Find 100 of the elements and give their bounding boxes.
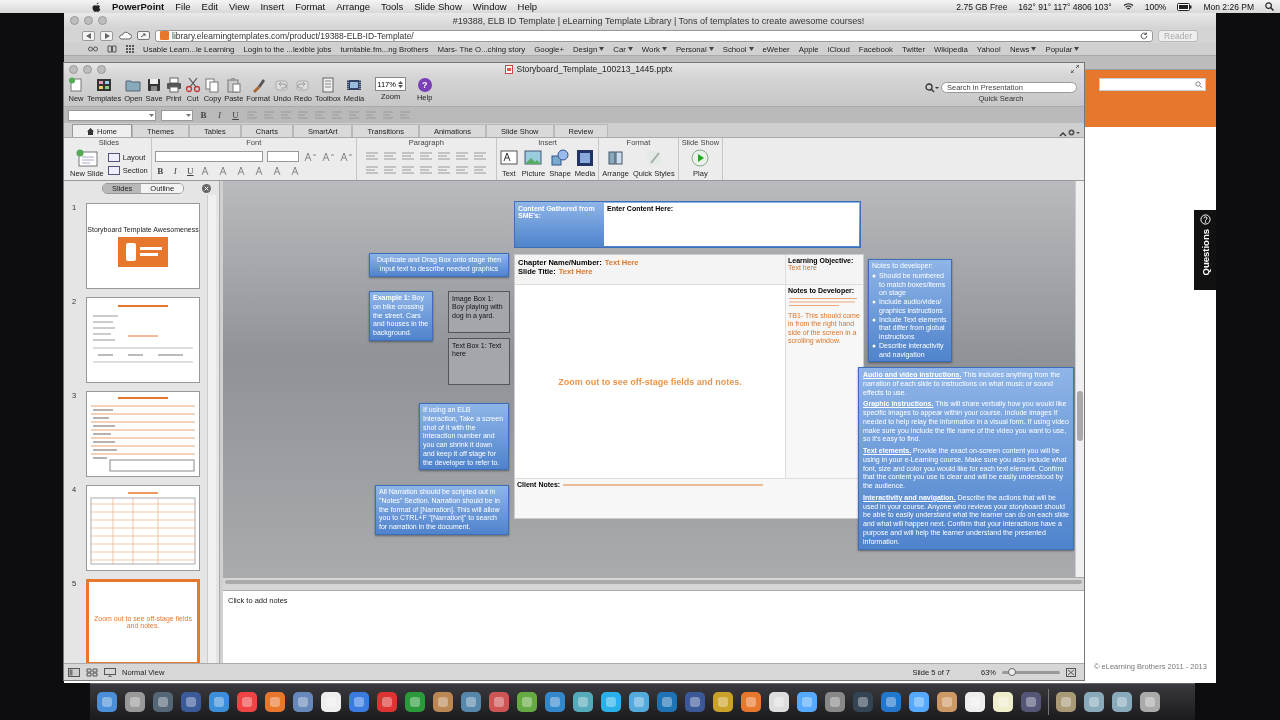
- menu-item[interactable]: Help: [517, 1, 538, 12]
- app-icon[interactable]: [96, 691, 118, 713]
- forward-arrow-icon: [103, 32, 110, 39]
- settings-icon[interactable]: [1067, 128, 1080, 137]
- app-icon[interactable]: [348, 691, 370, 713]
- app-icon[interactable]: [908, 691, 930, 713]
- wifi-icon[interactable]: [1122, 2, 1134, 11]
- underline-button[interactable]: U: [230, 110, 241, 120]
- menu-item[interactable]: Insert: [260, 1, 285, 12]
- app-icon[interactable]: [880, 691, 902, 713]
- app-icon[interactable]: [936, 691, 958, 713]
- menu-item[interactable]: File: [175, 1, 191, 12]
- folder-icon: [125, 77, 142, 93]
- fullscreen-icon[interactable]: [1071, 65, 1079, 73]
- back-button[interactable]: [82, 30, 95, 41]
- search-field[interactable]: [1099, 78, 1206, 91]
- font-tool-icon[interactable]: [302, 151, 317, 162]
- note-lines-drawing: [788, 297, 858, 307]
- font-size-field[interactable]: [161, 109, 193, 121]
- app-menu[interactable]: PowerPoint: [112, 1, 165, 12]
- zoom-slider-thumb[interactable]: [1007, 667, 1016, 676]
- app-icon[interactable]: [656, 691, 678, 713]
- bold-button[interactable]: B: [154, 166, 166, 176]
- slideshow-view-icon[interactable]: [104, 667, 116, 677]
- reload-icon[interactable]: [1140, 31, 1149, 40]
- app-icon[interactable]: [1139, 691, 1161, 713]
- app-icon[interactable]: [124, 691, 146, 713]
- app-icon[interactable]: [264, 691, 286, 713]
- app-icon[interactable]: [768, 691, 790, 713]
- italic-button[interactable]: I: [169, 166, 181, 176]
- app-icon[interactable]: [236, 691, 258, 713]
- underline-button[interactable]: U: [184, 166, 196, 176]
- app-icon[interactable]: [544, 691, 566, 713]
- app-icon[interactable]: [152, 691, 174, 713]
- app-icon[interactable]: [488, 691, 510, 713]
- app-icon[interactable]: [208, 691, 230, 713]
- layout-icon: [107, 165, 120, 175]
- app-icon[interactable]: [824, 691, 846, 713]
- new-slide-icon: [75, 149, 98, 167]
- app-icon[interactable]: [964, 691, 986, 713]
- brush-icon: [644, 149, 663, 167]
- close-icon[interactable]: [202, 183, 212, 193]
- grid-icon[interactable]: [126, 45, 134, 53]
- film-icon: [576, 149, 595, 167]
- scrollbar[interactable]: [1075, 181, 1084, 577]
- menu-item[interactable]: Slide Show: [414, 1, 462, 12]
- home-icon: [87, 127, 94, 135]
- reading-list-icon[interactable]: [88, 46, 98, 52]
- font-tool-icon[interactable]: [320, 151, 335, 162]
- app-icon[interactable]: [292, 691, 314, 713]
- app-icon[interactable]: [404, 691, 426, 713]
- normal-view-icon[interactable]: [68, 667, 80, 677]
- search-icon[interactable]: [1265, 2, 1274, 11]
- app-icon[interactable]: [572, 691, 594, 713]
- scroll-thumb[interactable]: [1077, 391, 1083, 441]
- app-icon[interactable]: [460, 691, 482, 713]
- bookmarks-icon[interactable]: [107, 45, 117, 53]
- forward-button[interactable]: [100, 30, 113, 41]
- collapse-icon[interactable]: [1059, 131, 1067, 137]
- templates-icon: [96, 77, 113, 93]
- font-tool-icon[interactable]: [338, 151, 353, 162]
- menu-item[interactable]: Window: [472, 1, 507, 12]
- fit-window-icon[interactable]: [1066, 667, 1076, 677]
- scissors-icon: [184, 77, 201, 93]
- menu-item[interactable]: Arrange: [336, 1, 371, 12]
- questions-tab[interactable]: Questions: [1194, 210, 1216, 290]
- app-icon[interactable]: [1111, 691, 1133, 713]
- bullet-icon: [872, 273, 876, 278]
- menu-item[interactable]: Format: [295, 1, 326, 12]
- app-icon[interactable]: [600, 691, 622, 713]
- font-name-field[interactable]: [68, 109, 156, 121]
- search-icon[interactable]: [925, 82, 939, 93]
- menu-item[interactable]: Tools: [381, 1, 404, 12]
- apple-icon[interactable]: [92, 1, 101, 12]
- app-icon[interactable]: [740, 691, 762, 713]
- app-icon[interactable]: [376, 691, 398, 713]
- sorter-view-icon[interactable]: [86, 667, 98, 677]
- menu-item[interactable]: View: [228, 1, 250, 12]
- font-name-field[interactable]: [154, 151, 263, 162]
- back-arrow-icon: [85, 32, 92, 39]
- app-icon[interactable]: [432, 691, 454, 713]
- window-title: Storyboard_Template_100213_1445.pptx: [516, 64, 673, 74]
- font-size-field[interactable]: [266, 151, 299, 162]
- menu-item[interactable]: Edit: [201, 1, 218, 12]
- app-icon[interactable]: [1055, 691, 1077, 713]
- address-bar[interactable]: library.elearningtemplates.com/product/19388-ELB-ID-Template/: [155, 29, 1154, 42]
- layout-icon: [107, 152, 120, 162]
- app-icon[interactable]: [320, 691, 342, 713]
- share-icon[interactable]: [137, 31, 150, 40]
- italic-button[interactable]: I: [214, 110, 225, 120]
- app-icon[interactable]: [1083, 691, 1105, 713]
- app-icon[interactable]: [516, 691, 538, 713]
- app-icon[interactable]: [712, 691, 734, 713]
- app-icon[interactable]: [628, 691, 650, 713]
- scrollbar[interactable]: [207, 195, 216, 663]
- cloud-icon[interactable]: [118, 31, 132, 40]
- app-icon[interactable]: [992, 691, 1014, 713]
- app-icon[interactable]: [796, 691, 818, 713]
- bold-button[interactable]: B: [198, 110, 209, 120]
- battery-icon[interactable]: [1177, 2, 1193, 11]
